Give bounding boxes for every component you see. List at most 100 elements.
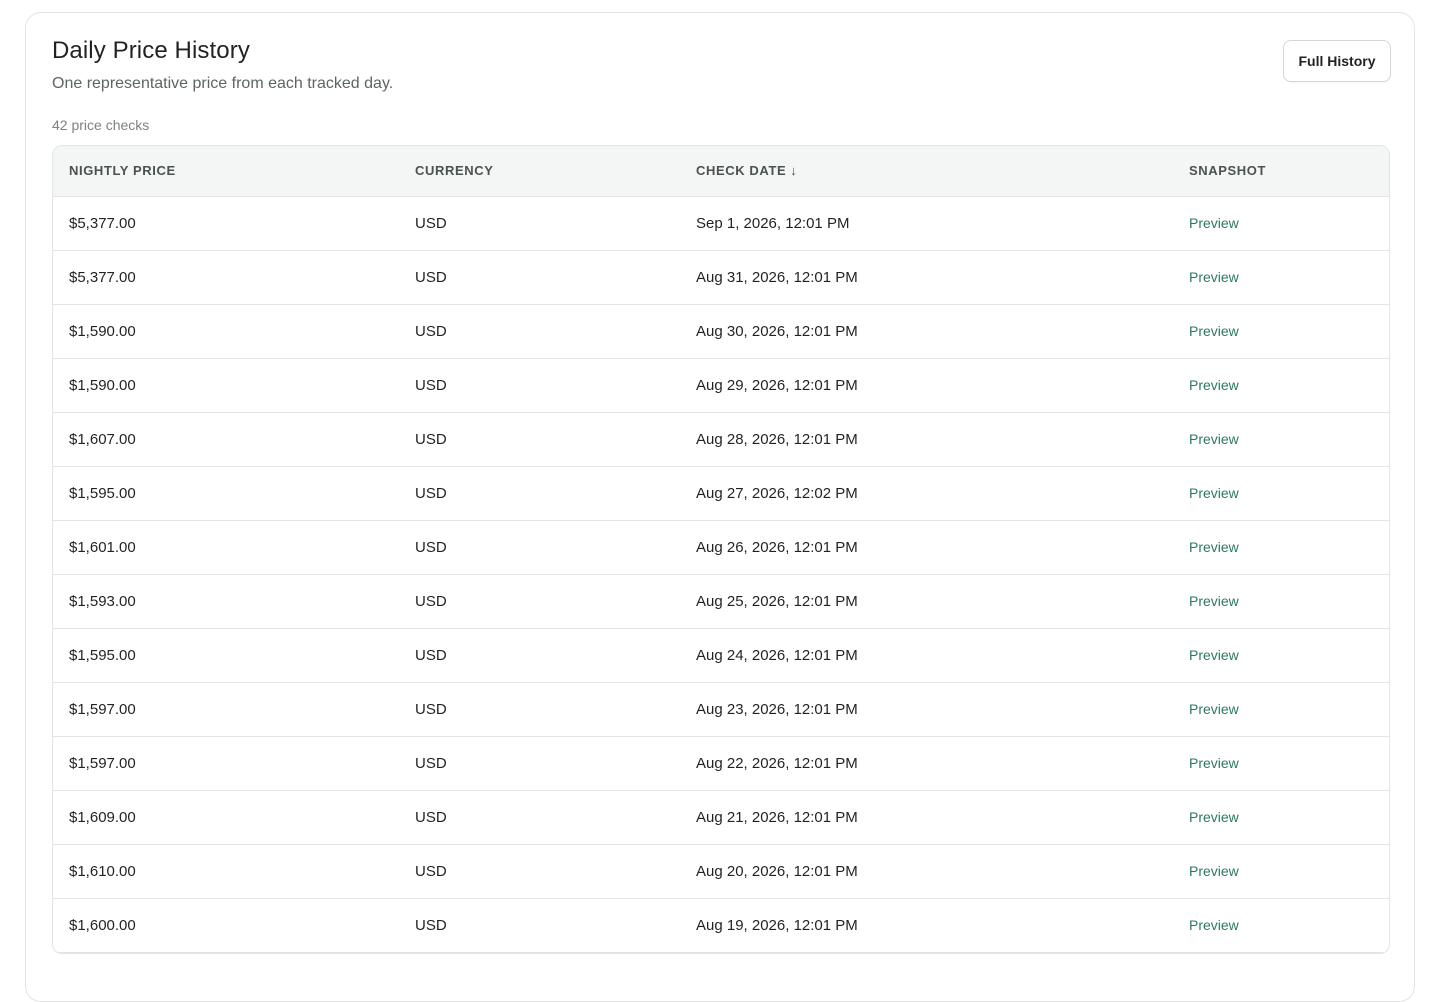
currency-cell: USD	[399, 736, 680, 791]
page-title: Daily Price History	[52, 37, 250, 64]
table-row: $1,609.00 USD Aug 21, 2026, 12:01 PM Previe…	[53, 790, 1389, 845]
column-header-nightly-price[interactable]: NIGHTLY PRICE	[53, 146, 399, 197]
check-date-cell: Aug 29, 2026, 12:01 PM	[680, 358, 1173, 413]
currency-cell: USD	[399, 628, 680, 683]
column-header-label: CURRENCY	[415, 163, 494, 179]
check-date-cell: Sep 1, 2026, 12:01 PM	[680, 196, 1173, 251]
column-header-check-date[interactable]: CHECK DATE ↓	[680, 146, 1173, 197]
preview-link[interactable]: Preview	[1189, 647, 1239, 663]
table-row: $1,600.00 USD Aug 19, 2026, 12:01 PM Previe…	[53, 898, 1389, 953]
column-header-label: SNAPSHOT	[1189, 163, 1267, 179]
table-row: $1,601.00 USD Aug 26, 2026, 12:01 PM Previe…	[53, 520, 1389, 575]
currency-cell: USD	[399, 358, 680, 413]
price-history-table: NIGHTLY PRICE CURRENCY CHECK DATE ↓ SNAPS…	[52, 145, 1390, 954]
snapshot-cell: Preview	[1173, 682, 1389, 737]
snapshot-cell: Preview	[1173, 250, 1389, 305]
snapshot-cell: Preview	[1173, 844, 1389, 899]
snapshot-cell: Preview	[1173, 790, 1389, 845]
preview-link[interactable]: Preview	[1189, 539, 1239, 555]
nightly-price-cell: $5,377.00	[53, 250, 399, 305]
check-date-cell: Aug 31, 2026, 12:01 PM	[680, 250, 1173, 305]
table-row: $5,377.00 USD Sep 1, 2026, 12:01 PM Preview	[53, 196, 1389, 251]
table-row: $1,607.00 USD Aug 28, 2026, 12:01 PM Previe…	[53, 412, 1389, 467]
table-row: $1,593.00 USD Aug 25, 2026, 12:01 PM Previe…	[53, 574, 1389, 629]
preview-link[interactable]: Preview	[1189, 431, 1239, 447]
sort-descending-icon: ↓	[790, 163, 798, 179]
preview-link[interactable]: Preview	[1189, 215, 1239, 231]
check-date-cell: Aug 27, 2026, 12:02 PM	[680, 466, 1173, 521]
check-date-cell: Aug 30, 2026, 12:01 PM	[680, 304, 1173, 359]
currency-cell: USD	[399, 898, 680, 953]
currency-cell: USD	[399, 844, 680, 899]
check-date-cell: Aug 20, 2026, 12:01 PM	[680, 844, 1173, 899]
check-date-cell: Aug 28, 2026, 12:01 PM	[680, 412, 1173, 467]
check-date-cell: Aug 26, 2026, 12:01 PM	[680, 520, 1173, 575]
nightly-price-cell: $1,601.00	[53, 520, 399, 575]
snapshot-cell: Preview	[1173, 358, 1389, 413]
preview-link[interactable]: Preview	[1189, 917, 1239, 933]
table-header-row: NIGHTLY PRICE CURRENCY CHECK DATE ↓ SNAPS…	[53, 146, 1389, 197]
nightly-price-cell: $1,607.00	[53, 412, 399, 467]
page-subtitle: One representative price from each track…	[52, 75, 394, 92]
table-row: $1,595.00 USD Aug 24, 2026, 12:01 PM Previe…	[53, 628, 1389, 683]
nightly-price-cell: $1,597.00	[53, 682, 399, 737]
full-history-button[interactable]: Full History	[1283, 40, 1391, 82]
column-header-label: NIGHTLY PRICE	[69, 163, 176, 179]
snapshot-cell: Preview	[1173, 736, 1389, 791]
table-row: $1,597.00 USD Aug 23, 2026, 12:01 PM Previe…	[53, 682, 1389, 737]
currency-cell: USD	[399, 574, 680, 629]
table-row: $5,377.00 USD Aug 31, 2026, 12:01 PM Previe…	[53, 250, 1389, 305]
currency-cell: USD	[399, 304, 680, 359]
currency-cell: USD	[399, 250, 680, 305]
preview-link[interactable]: Preview	[1189, 755, 1239, 771]
check-date-cell: Aug 23, 2026, 12:01 PM	[680, 682, 1173, 737]
table-row: $1,590.00 USD Aug 29, 2026, 12:01 PM Previe…	[53, 358, 1389, 413]
table-row: $1,595.00 USD Aug 27, 2026, 12:02 PM Previe…	[53, 466, 1389, 521]
nightly-price-cell: $1,595.00	[53, 466, 399, 521]
currency-cell: USD	[399, 520, 680, 575]
currency-cell: USD	[399, 790, 680, 845]
table-row: $1,597.00 USD Aug 22, 2026, 12:01 PM Previe…	[53, 736, 1389, 791]
preview-link[interactable]: Preview	[1189, 593, 1239, 609]
preview-link[interactable]: Preview	[1189, 701, 1239, 717]
nightly-price-cell: $1,593.00	[53, 574, 399, 629]
price-history-card: Daily Price History One representative p…	[25, 12, 1415, 1002]
snapshot-cell: Preview	[1173, 196, 1389, 251]
snapshot-cell: Preview	[1173, 304, 1389, 359]
table-row: $1,590.00 USD Aug 30, 2026, 12:01 PM Previe…	[53, 304, 1389, 359]
column-header-currency[interactable]: CURRENCY	[399, 146, 680, 197]
nightly-price-cell: $1,600.00	[53, 898, 399, 953]
snapshot-cell: Preview	[1173, 574, 1389, 629]
nightly-price-cell: $1,595.00	[53, 628, 399, 683]
table-row: $1,610.00 USD Aug 20, 2026, 12:01 PM Previe…	[53, 844, 1389, 899]
snapshot-cell: Preview	[1173, 520, 1389, 575]
currency-cell: USD	[399, 196, 680, 251]
preview-link[interactable]: Preview	[1189, 863, 1239, 879]
currency-cell: USD	[399, 466, 680, 521]
preview-link[interactable]: Preview	[1189, 269, 1239, 285]
column-header-label: CHECK DATE	[696, 163, 787, 179]
check-date-cell: Aug 22, 2026, 12:01 PM	[680, 736, 1173, 791]
snapshot-cell: Preview	[1173, 628, 1389, 683]
check-date-cell: Aug 24, 2026, 12:01 PM	[680, 628, 1173, 683]
nightly-price-cell: $1,590.00	[53, 358, 399, 413]
nightly-price-cell: $1,609.00	[53, 790, 399, 845]
check-date-cell: Aug 21, 2026, 12:01 PM	[680, 790, 1173, 845]
nightly-price-cell: $1,610.00	[53, 844, 399, 899]
preview-link[interactable]: Preview	[1189, 377, 1239, 393]
nightly-price-cell: $1,590.00	[53, 304, 399, 359]
snapshot-cell: Preview	[1173, 898, 1389, 953]
preview-link[interactable]: Preview	[1189, 323, 1239, 339]
table-body: $5,377.00 USD Sep 1, 2026, 12:01 PM Preview…	[53, 196, 1389, 953]
check-date-cell: Aug 25, 2026, 12:01 PM	[680, 574, 1173, 629]
nightly-price-cell: $5,377.00	[53, 196, 399, 251]
snapshot-cell: Preview	[1173, 412, 1389, 467]
currency-cell: USD	[399, 412, 680, 467]
column-header-snapshot[interactable]: SNAPSHOT	[1173, 146, 1389, 197]
snapshot-cell: Preview	[1173, 466, 1389, 521]
price-check-count: 42 price checks	[52, 117, 150, 133]
preview-link[interactable]: Preview	[1189, 485, 1239, 501]
currency-cell: USD	[399, 682, 680, 737]
preview-link[interactable]: Preview	[1189, 809, 1239, 825]
nightly-price-cell: $1,597.00	[53, 736, 399, 791]
